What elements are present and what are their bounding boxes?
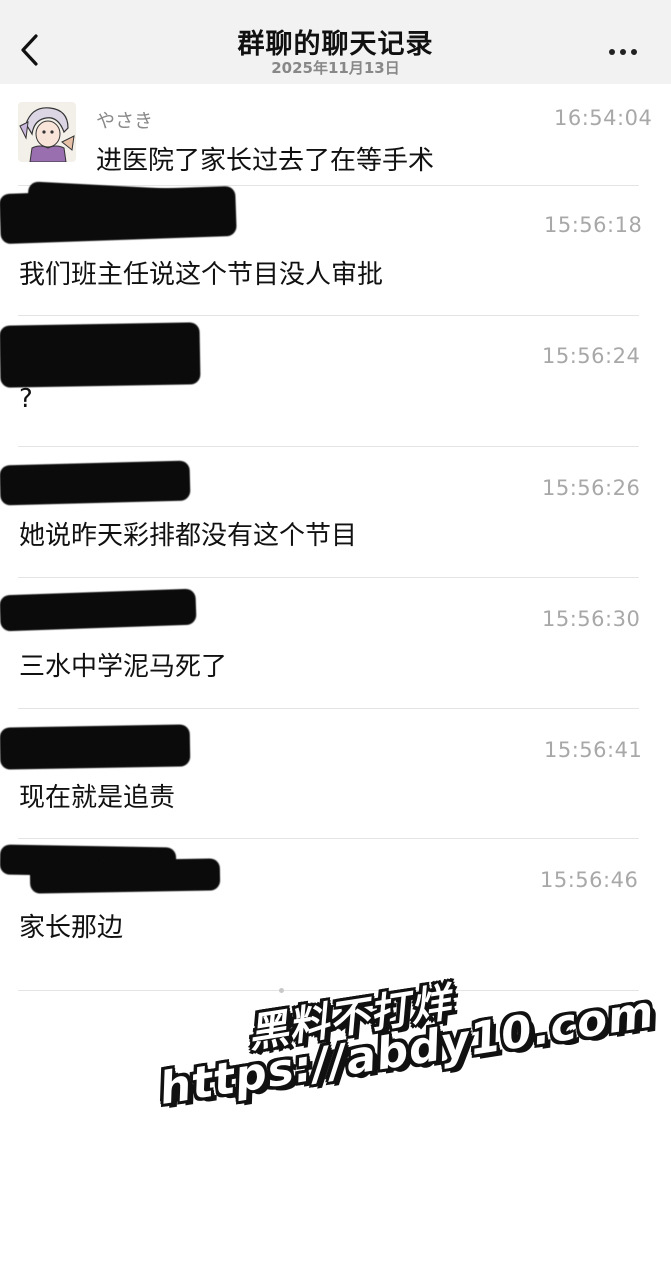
divider (18, 446, 639, 447)
divider (18, 315, 639, 316)
message-time: 15:56:18 (544, 213, 643, 237)
chat-history-screen: 群聊的聊天记录 2025年11月13日 やさき 16:54:04 进医院了家长过… (0, 0, 671, 1280)
more-dots-icon (609, 49, 615, 55)
redaction-mark (0, 322, 201, 388)
message-text: 三水中学泥马死了 (19, 652, 228, 682)
redaction-mark (0, 460, 191, 506)
message-time: 16:54:04 (554, 106, 653, 130)
more-options-button[interactable] (609, 40, 645, 56)
sender-name: やさき (96, 110, 154, 132)
message-text: 进医院了家长过去了在等手术 (96, 146, 435, 176)
message-time: 15:56:26 (542, 476, 641, 500)
message-text: 家长那边 (19, 913, 124, 943)
divider (18, 708, 639, 709)
message-time: 15:56:24 (542, 344, 641, 368)
message-text: 现在就是追责 (19, 783, 176, 813)
anime-avatar-icon (18, 102, 76, 162)
page-title: 群聊的聊天记录 (237, 29, 434, 60)
end-indicator (279, 988, 284, 993)
message-time: 15:56:41 (544, 738, 643, 762)
divider (18, 577, 639, 578)
redaction-mark (0, 724, 191, 770)
watermark: 黑料不打烊 https://abdy10.com (140, 927, 658, 1115)
nav-header: 群聊的聊天记录 2025年11月13日 (0, 0, 671, 84)
message-time: 15:56:30 (542, 607, 641, 631)
message-text: 她说昨天彩排都没有这个节目 (19, 521, 358, 551)
message-time: 15:56:46 (540, 868, 639, 892)
avatar[interactable] (18, 102, 76, 162)
divider (18, 838, 639, 839)
message-text: ? (19, 384, 33, 414)
message-text: 我们班主任说这个节目没人审批 (19, 260, 384, 290)
redaction-mark (0, 588, 197, 632)
redaction-mark (29, 858, 221, 894)
page-date: 2025年11月13日 (271, 59, 400, 77)
